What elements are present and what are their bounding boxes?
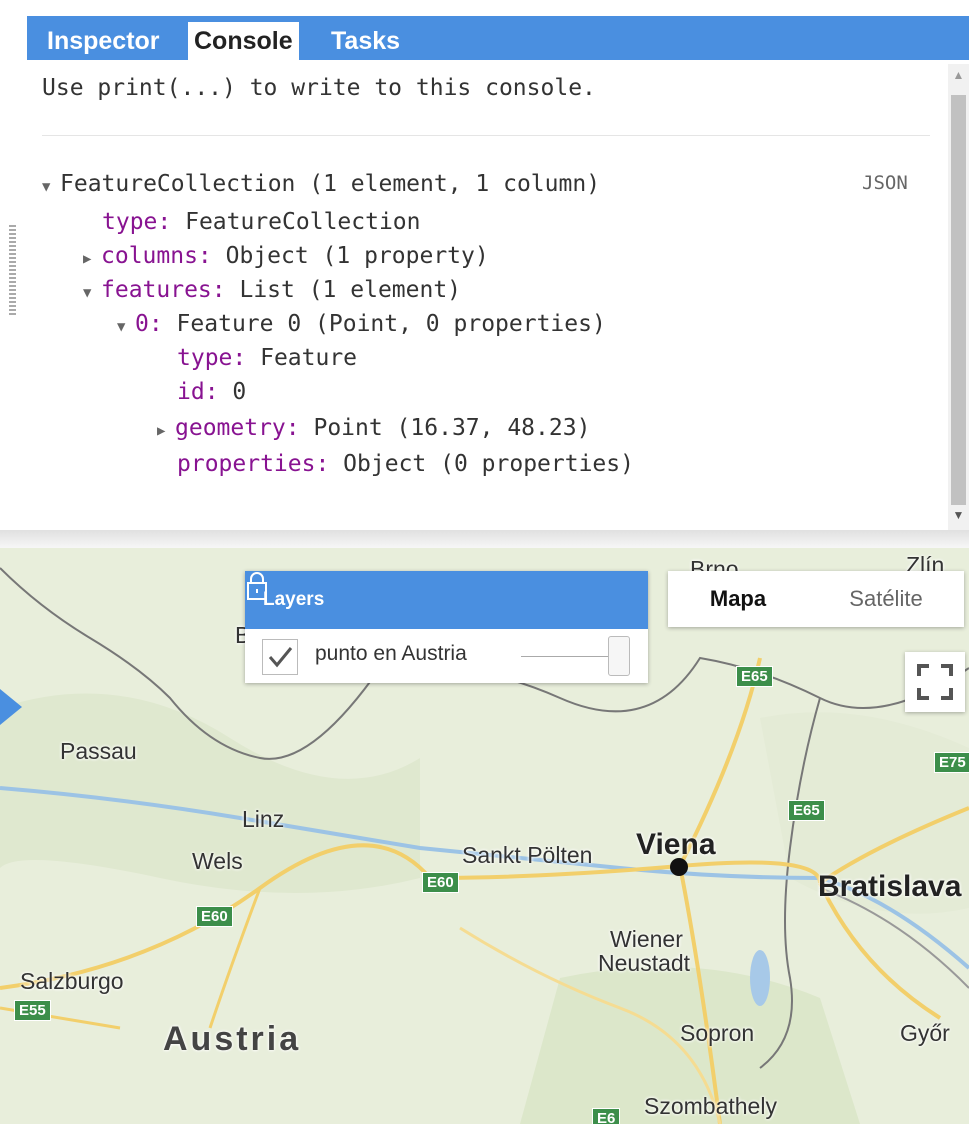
road-shield: E60 (196, 906, 233, 927)
fullscreen-button[interactable] (905, 652, 965, 712)
checkmark-icon (268, 647, 293, 668)
map-view[interactable]: Brno Zlín B Passau Linz Wels Sankt Pölte… (0, 548, 969, 1124)
tree-root-label: FeatureCollection (1 element, 1 column) (60, 171, 601, 197)
road-shield: E60 (422, 872, 459, 893)
map-type-mapa-button[interactable]: Mapa (668, 571, 808, 627)
panel-drag-handle[interactable] (9, 225, 16, 315)
layers-header: Layers (245, 571, 648, 629)
console-output: Use print(...) to write to this console.… (27, 60, 944, 530)
lock-icon[interactable] (245, 571, 269, 601)
side-panel-tab[interactable] (0, 689, 22, 725)
tree-feature-id: id: 0 (177, 379, 247, 405)
road-shield: E6 (592, 1108, 621, 1124)
expanded-triangle-icon[interactable]: ▼ (83, 277, 101, 309)
city-sankt-polten: Sankt Pölten (462, 842, 593, 868)
expanded-triangle-icon[interactable]: ▼ (42, 171, 60, 203)
tree-root[interactable]: ▼ FeatureCollection (1 element, 1 column) (42, 168, 600, 200)
tree-features[interactable]: ▼ features: List (1 element) (83, 274, 461, 306)
road-shield: E55 (14, 1000, 51, 1021)
tab-tasks[interactable]: Tasks (325, 25, 406, 57)
collapsed-triangle-icon[interactable]: ▶ (83, 243, 101, 275)
city-szombathely: Szombathely (644, 1093, 777, 1119)
console-scroll-thumb[interactable] (951, 95, 966, 505)
tree-type: type: FeatureCollection (102, 209, 421, 235)
fullscreen-icon (917, 664, 953, 700)
layers-panel: Layers punto en Austria (245, 571, 648, 683)
city-viena: Viena (636, 828, 716, 861)
city-wiener: Wiener (610, 926, 683, 952)
city-wels: Wels (192, 848, 243, 874)
tree-feature-properties: properties: Object (0 properties) (177, 451, 634, 477)
layer-checkbox[interactable] (262, 639, 298, 675)
map-type-control: Mapa Satélite (668, 571, 964, 627)
collapsed-triangle-icon[interactable]: ▶ (157, 415, 175, 447)
city-linz: Linz (242, 806, 285, 832)
road-shield: E65 (736, 666, 773, 687)
scroll-up-arrow-icon[interactable]: ▲ (951, 68, 966, 84)
road-shield: E75 (934, 752, 969, 773)
city-passau: Passau (60, 738, 137, 764)
city-neustadt: Neustadt (598, 950, 691, 976)
tree-feature-type: type: Feature (177, 345, 358, 371)
scroll-down-arrow-icon[interactable]: ▼ (951, 508, 966, 524)
tab-inspector[interactable]: Inspector (41, 25, 166, 57)
expanded-triangle-icon[interactable]: ▼ (117, 311, 135, 343)
console-divider (42, 135, 930, 136)
opacity-slider-track[interactable] (521, 656, 619, 657)
point-marker[interactable] (670, 858, 688, 876)
tab-bar: Inspector Console Tasks (27, 16, 969, 60)
city-bratislava: Bratislava (818, 870, 962, 903)
road-shield: E65 (788, 800, 825, 821)
city-salzburgo: Salzburgo (20, 968, 124, 994)
map-type-satelite-button[interactable]: Satélite (808, 571, 964, 627)
layer-row: punto en Austria (245, 629, 648, 683)
tree-feature-geometry[interactable]: ▶ geometry: Point (16.37, 48.23) (157, 412, 590, 444)
panel-resize-bar[interactable] (0, 530, 969, 548)
layers-title: Layers (263, 589, 325, 610)
json-link[interactable]: JSON (862, 172, 908, 194)
opacity-slider-thumb[interactable] (608, 636, 630, 676)
country-austria: Austria (163, 1020, 302, 1058)
tab-console[interactable]: Console (188, 22, 299, 60)
city-gyor: Győr (900, 1020, 950, 1046)
console-hint: Use print(...) to write to this console. (42, 75, 596, 101)
tree-columns[interactable]: ▶ columns: Object (1 property) (83, 240, 489, 272)
tree-feature-0[interactable]: ▼ 0: Feature 0 (Point, 0 properties) (117, 308, 606, 340)
layer-label: punto en Austria (315, 642, 467, 665)
console-panel: Inspector Console Tasks Use print(...) t… (0, 0, 969, 548)
city-sopron: Sopron (680, 1020, 755, 1046)
